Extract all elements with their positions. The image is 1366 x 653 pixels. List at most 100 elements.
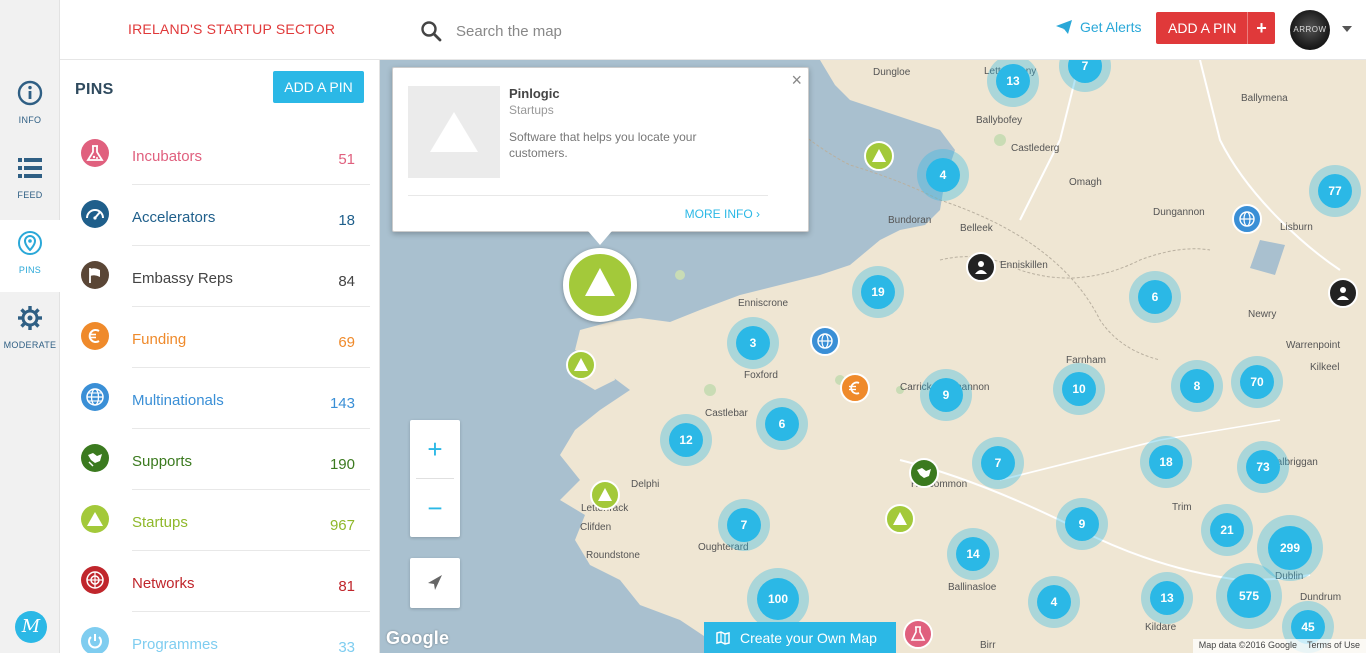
cluster-marker[interactable]: 10 bbox=[1053, 363, 1105, 415]
cluster-marker[interactable]: 9 bbox=[920, 369, 972, 421]
cluster-marker[interactable]: 14 bbox=[947, 528, 999, 580]
rail-moderate-label: MODERATE bbox=[3, 340, 57, 350]
category-supports[interactable]: Supports 190 bbox=[75, 429, 370, 490]
embassy-marker[interactable] bbox=[966, 252, 996, 282]
terms-link[interactable]: Terms of Use bbox=[1307, 640, 1360, 652]
cluster-marker[interactable]: 77 bbox=[1309, 165, 1361, 217]
rail-pins-label: PINS bbox=[18, 265, 42, 275]
map-label: Kildare bbox=[1145, 622, 1177, 633]
zoom-out-button[interactable]: − bbox=[410, 479, 460, 537]
map-label: Trim bbox=[1172, 502, 1192, 513]
gear-icon bbox=[18, 306, 42, 330]
cluster-count: 77 bbox=[1318, 174, 1352, 208]
close-icon[interactable]: × bbox=[791, 70, 802, 91]
category-multinationals[interactable]: Multinationals 143 bbox=[75, 368, 370, 429]
rail-pins[interactable]: PINS bbox=[0, 220, 60, 292]
map-credits: Map data ©2016 Google Terms of Use bbox=[1192, 639, 1366, 653]
map-label: Omagh bbox=[1069, 177, 1102, 188]
rail-feed[interactable]: FEED bbox=[0, 145, 60, 217]
cluster-count: 18 bbox=[1149, 445, 1183, 479]
pins-panel: PINS ADD A PIN Incubators 51 Accelerator… bbox=[60, 60, 380, 653]
category-name: Supports bbox=[132, 453, 193, 470]
map-label: Enniscrone bbox=[738, 298, 789, 309]
cluster-marker[interactable]: 9 bbox=[1056, 498, 1108, 550]
popup-description: Software that helps you locate your cust… bbox=[509, 130, 697, 160]
selected-startup-marker[interactable] bbox=[563, 248, 637, 322]
cluster-marker[interactable]: 21 bbox=[1201, 504, 1253, 556]
get-alerts-link[interactable]: Get Alerts bbox=[1056, 19, 1141, 35]
cluster-count: 70 bbox=[1240, 365, 1274, 399]
funding-marker[interactable] bbox=[840, 373, 870, 403]
locate-button[interactable] bbox=[410, 558, 460, 608]
top-header: IRELAND'S STARTUP SECTOR Get Alerts ADD … bbox=[60, 0, 1366, 60]
category-startups[interactable]: Startups 967 bbox=[75, 490, 370, 551]
rail-info-label: INFO bbox=[18, 115, 42, 125]
cluster-marker[interactable]: 6 bbox=[756, 398, 808, 450]
map-label: Roundstone bbox=[586, 550, 640, 561]
popup-thumbnail bbox=[408, 86, 500, 178]
rail-info[interactable]: INFO bbox=[0, 70, 60, 142]
support-marker[interactable] bbox=[909, 458, 939, 488]
cluster-marker[interactable]: 18 bbox=[1140, 436, 1192, 488]
category-embassy-reps[interactable]: Embassy Reps 84 bbox=[75, 246, 370, 307]
multinational-marker[interactable] bbox=[810, 326, 840, 356]
cluster-marker[interactable]: 3 bbox=[727, 317, 779, 369]
flag-icon bbox=[81, 261, 109, 289]
startup-marker[interactable] bbox=[864, 141, 894, 171]
more-info-link[interactable]: MORE INFO › bbox=[685, 207, 760, 221]
multinational-marker[interactable] bbox=[1232, 204, 1262, 234]
map-label: Lisburn bbox=[1280, 222, 1313, 233]
category-name: Multinationals bbox=[132, 392, 224, 409]
zoom-in-button[interactable]: + bbox=[410, 420, 460, 478]
embassy-marker[interactable] bbox=[1328, 278, 1358, 308]
create-map-button[interactable]: Create your Own Map bbox=[704, 622, 896, 653]
map-label: Dungannon bbox=[1153, 207, 1205, 218]
header-add-pin-label: ADD A PIN bbox=[1168, 20, 1237, 36]
incubator-marker[interactable] bbox=[903, 619, 933, 649]
cluster-marker[interactable]: 6 bbox=[1129, 271, 1181, 323]
cluster-count: 7 bbox=[981, 446, 1015, 480]
category-accelerators[interactable]: Accelerators 18 bbox=[75, 185, 370, 246]
map-label: Delphi bbox=[631, 479, 660, 490]
cluster-marker[interactable]: 19 bbox=[852, 266, 904, 318]
map-label: Castlebar bbox=[705, 408, 748, 419]
category-name: Embassy Reps bbox=[132, 270, 233, 287]
cluster-count: 12 bbox=[669, 423, 703, 457]
cluster-marker[interactable]: 575 bbox=[1216, 563, 1282, 629]
category-networks[interactable]: Networks 81 bbox=[75, 551, 370, 612]
startup-marker[interactable] bbox=[885, 504, 915, 534]
cluster-marker[interactable]: 7 bbox=[718, 499, 770, 551]
startup-marker[interactable] bbox=[566, 350, 596, 380]
rail-moderate[interactable]: MODERATE bbox=[0, 295, 60, 367]
map-label: Warrenpoint bbox=[1286, 340, 1341, 351]
chevron-down-icon[interactable] bbox=[1342, 26, 1352, 32]
map-canvas[interactable]: Dungloe Letterkenny Ballymena Ballybofey… bbox=[380, 60, 1366, 653]
cluster-marker[interactable]: 12 bbox=[660, 414, 712, 466]
more-info-label: MORE INFO bbox=[684, 207, 753, 221]
info-icon bbox=[17, 80, 43, 106]
map-label: Ballymena bbox=[1241, 93, 1288, 104]
cluster-marker[interactable]: 100 bbox=[747, 568, 809, 630]
cluster-marker[interactable]: 73 bbox=[1237, 441, 1289, 493]
cluster-marker[interactable]: 7 bbox=[972, 437, 1024, 489]
search-input[interactable] bbox=[456, 16, 876, 46]
panel-add-pin-button[interactable]: ADD A PIN bbox=[273, 71, 364, 103]
cluster-marker[interactable]: 8 bbox=[1171, 360, 1223, 412]
cluster-marker[interactable]: 13 bbox=[1141, 572, 1193, 624]
cluster-marker[interactable]: 4 bbox=[1028, 576, 1080, 628]
rail-feed-label: FEED bbox=[17, 190, 43, 200]
category-funding[interactable]: Funding 69 bbox=[75, 307, 370, 368]
cluster-marker[interactable]: 70 bbox=[1231, 356, 1283, 408]
startup-marker[interactable] bbox=[590, 480, 620, 510]
category-name: Incubators bbox=[132, 148, 203, 165]
category-programmes[interactable]: Programmes 33 bbox=[75, 612, 370, 653]
map-label: Dungloe bbox=[873, 67, 911, 78]
header-add-pin-button[interactable]: ADD A PIN + bbox=[1156, 12, 1275, 44]
cluster-marker[interactable]: 4 bbox=[917, 149, 969, 201]
category-count: 33 bbox=[338, 639, 355, 653]
user-avatar[interactable]: ARROW bbox=[1290, 10, 1330, 50]
map-label: Newry bbox=[1248, 309, 1277, 320]
category-incubators[interactable]: Incubators 51 bbox=[75, 124, 370, 185]
app-logo[interactable]: M bbox=[15, 611, 47, 643]
site-brand[interactable]: IRELAND'S STARTUP SECTOR bbox=[128, 21, 335, 37]
